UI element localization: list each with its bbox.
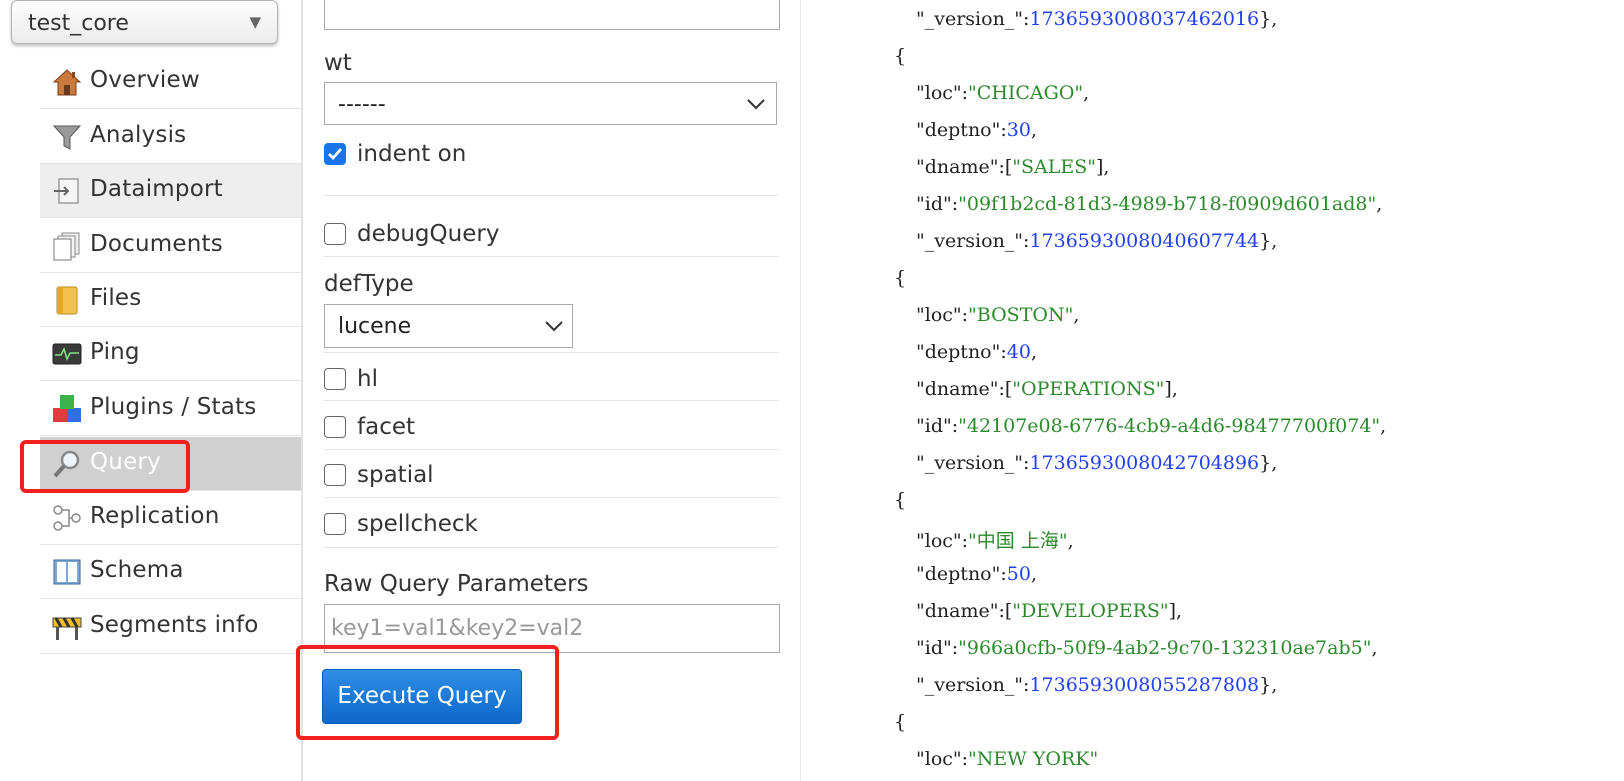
divider xyxy=(324,547,779,548)
documents-icon xyxy=(53,232,80,261)
deftype-select-value: lucene xyxy=(338,314,412,339)
blocks-icon xyxy=(53,395,81,422)
divider xyxy=(324,195,779,196)
nav-item-documents[interactable]: Documents xyxy=(40,219,301,273)
checkbox-box[interactable] xyxy=(324,464,346,486)
chevron-down-icon xyxy=(545,321,563,332)
nav-label: Plugins / Stats xyxy=(90,394,257,420)
chevron-down-icon xyxy=(747,99,765,110)
core-selector-value: test_core xyxy=(28,11,129,36)
checkbox-box[interactable] xyxy=(324,416,346,438)
nav-item-replication[interactable]: Replication xyxy=(40,491,301,545)
json-line: "deptno":40, xyxy=(916,341,1037,363)
wt-label: wt xyxy=(324,50,352,76)
checkmark-icon xyxy=(328,148,343,161)
json-line: "dname":["SALES"], xyxy=(916,156,1110,178)
divider xyxy=(324,256,779,257)
json-line: "dname":["DEVELOPERS"], xyxy=(916,600,1183,622)
import-icon xyxy=(54,178,79,204)
json-line: "id":"42107e08-6776-4cb9-a4d6-98477700f0… xyxy=(916,415,1387,437)
nav-label: Schema xyxy=(90,557,184,583)
query-textarea-bottom[interactable] xyxy=(324,0,780,30)
json-line: "_version_":1736593008037462016}, xyxy=(916,8,1278,30)
nav-item-plugins-stats[interactable]: Plugins / Stats xyxy=(40,382,301,436)
json-brace: { xyxy=(894,267,907,289)
nav-label: Analysis xyxy=(90,122,187,148)
funnel-icon xyxy=(52,125,82,150)
folder-icon xyxy=(56,286,78,315)
json-line: "loc":"中国 上海", xyxy=(916,530,1074,552)
wt-select[interactable]: ------ xyxy=(324,82,777,125)
deftype-label: defType xyxy=(324,271,414,297)
nav-label: Segments info xyxy=(90,612,259,638)
hl-label: hl xyxy=(357,366,378,392)
json-brace: { xyxy=(894,711,907,733)
divider xyxy=(324,449,779,450)
monitor-icon xyxy=(52,343,82,365)
divider xyxy=(324,352,779,353)
execute-highlight-box xyxy=(296,645,559,740)
facet-label: facet xyxy=(357,414,416,440)
barrier-icon xyxy=(52,617,82,640)
nav-item-overview[interactable]: Overview xyxy=(40,55,301,109)
json-line: "id":"966a0cfb-50f9-4ab2-9c70-132310ae7a… xyxy=(916,637,1378,659)
json-response-panel: "_version_":1736593008037462016}, { "loc… xyxy=(860,0,1620,781)
checkbox-box[interactable] xyxy=(324,368,346,390)
nav-label: Overview xyxy=(90,67,200,93)
json-line: "_version_":1736593008042704896}, xyxy=(916,452,1278,474)
nav-label: Ping xyxy=(90,339,140,365)
replication-icon xyxy=(53,505,81,531)
raw-query-placeholder: key1=val1&key2=val2 xyxy=(331,616,584,641)
divider xyxy=(324,400,779,401)
checkbox-box[interactable] xyxy=(324,223,346,245)
checkbox-box[interactable] xyxy=(324,513,346,535)
nav-label: Replication xyxy=(90,503,220,529)
debugquery-label: debugQuery xyxy=(357,221,500,247)
nav-item-files[interactable]: Files xyxy=(40,273,301,327)
sidebar: test_core ▼ Overview Analysis Dataimport… xyxy=(0,0,303,781)
raw-query-label: Raw Query Parameters xyxy=(324,571,589,597)
query-highlight-box xyxy=(20,440,190,493)
json-line: "_version_":1736593008040607744}, xyxy=(916,230,1278,252)
divider xyxy=(324,497,779,498)
json-line: "deptno":30, xyxy=(916,119,1037,141)
nav-label: Dataimport xyxy=(90,176,223,202)
json-line: "id":"09f1b2cd-81d3-4989-b718-f0909d601a… xyxy=(916,193,1383,215)
spatial-label: spatial xyxy=(357,462,434,488)
json-line: "deptno":50, xyxy=(916,563,1037,585)
checkbox-box[interactable] xyxy=(324,143,346,165)
nav-label: Documents xyxy=(90,231,223,257)
json-line: "loc":"BOSTON", xyxy=(916,304,1080,326)
json-brace: { xyxy=(894,489,907,511)
wt-select-value: ------ xyxy=(338,92,386,117)
nav-label: Files xyxy=(90,285,142,311)
deftype-select[interactable]: lucene xyxy=(324,304,573,348)
json-line: "dname":["OPERATIONS"], xyxy=(916,378,1178,400)
json-line: "loc":"CHICAGO", xyxy=(916,82,1090,104)
dropdown-triangle-icon: ▼ xyxy=(249,13,261,31)
house-icon xyxy=(52,69,82,96)
indent-label: indent on xyxy=(357,141,467,167)
nav-item-dataimport[interactable]: Dataimport xyxy=(40,164,301,218)
book-icon xyxy=(53,559,81,585)
nav-item-segments-info[interactable]: Segments info xyxy=(40,600,301,654)
json-line: "loc":"NEW YORK" xyxy=(916,748,1099,770)
nav-item-schema[interactable]: Schema xyxy=(40,545,301,599)
column-divider xyxy=(800,0,801,781)
nav-item-analysis[interactable]: Analysis xyxy=(40,110,301,164)
core-selector[interactable]: test_core ▼ xyxy=(11,0,278,44)
json-brace: { xyxy=(894,45,907,67)
nav-item-ping[interactable]: Ping xyxy=(40,327,301,381)
json-line: "_version_":1736593008055287808}, xyxy=(916,674,1278,696)
spellcheck-label: spellcheck xyxy=(357,511,478,537)
